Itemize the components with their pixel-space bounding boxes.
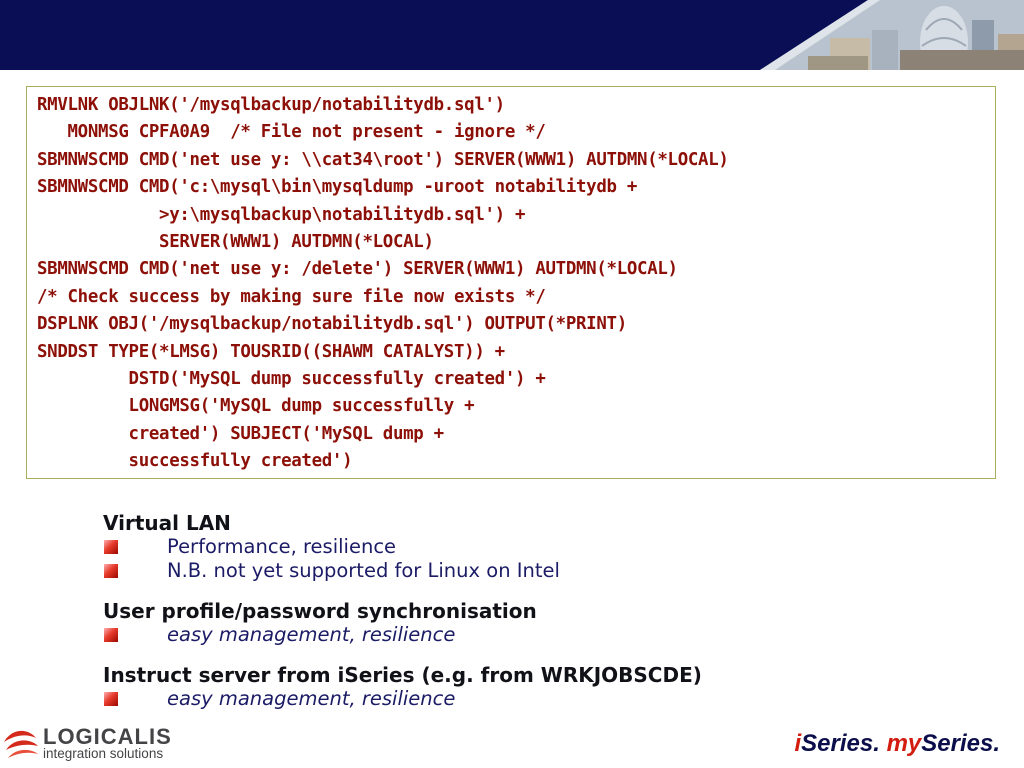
- list-item-text: easy management, resilience: [167, 623, 456, 646]
- brand-prefix-my: my: [886, 730, 922, 757]
- code-line: created') SUBJECT('MySQL dump +: [37, 423, 445, 444]
- list-item: Performance, resilience: [103, 535, 903, 559]
- section-virtual-lan: Virtual LAN Performance, resilience N.B.…: [103, 511, 903, 583]
- code-line: SBMNWSCMD CMD('net use y: \\cat34\root')…: [37, 149, 729, 170]
- code-listing: RMVLNK OBJLNK('/mysqlbackup/notabilitydb…: [26, 86, 996, 479]
- section-instruct-server: Instruct server from iSeries (e.g. from …: [103, 663, 903, 711]
- section-user-profile-sync: User profile/password synchronisation ea…: [103, 599, 903, 647]
- section-heading: User profile/password synchronisation: [103, 599, 537, 623]
- iseries-myseries-brand: iSeries. mySeries.: [795, 730, 1001, 758]
- section-heading: Virtual LAN: [103, 511, 231, 535]
- logo-wordmark: LOGICALIS: [43, 724, 172, 749]
- list-item-text: easy management, resilience: [167, 687, 456, 710]
- code-line: SBMNWSCMD CMD('c:\mysql\bin\mysqldump -u…: [37, 177, 638, 198]
- code-line: DSPLNK OBJ('/mysqlbackup/notabilitydb.sq…: [37, 314, 627, 335]
- code-line: DSTD('MySQL dump successfully created') …: [37, 369, 546, 390]
- red-square-bullet-icon: [104, 628, 118, 642]
- logo-tagline: integration solutions: [43, 746, 164, 761]
- code-line: successfully created'): [37, 451, 353, 472]
- code-line: /* Check success by making sure file now…: [37, 286, 546, 307]
- red-square-bullet-icon: [104, 540, 118, 554]
- code-line: RMVLNK OBJLNK('/mysqlbackup/notabilitydb…: [37, 95, 505, 115]
- code-line: >y:\mysqlbackup\notabilitydb.sql') +: [37, 204, 526, 225]
- feature-list: Virtual LAN Performance, resilience N.B.…: [103, 511, 903, 727]
- red-square-bullet-icon: [104, 692, 118, 706]
- list-item-text: N.B. not yet supported for Linux on Inte…: [167, 559, 560, 582]
- code-line: LONGMSG('MySQL dump successfully +: [37, 396, 475, 417]
- city-skyline-photo: [760, 0, 1024, 70]
- code-line: MONMSG CPFA0A9 /* File not present - ign…: [37, 122, 546, 143]
- list-item: easy management, resilience: [103, 687, 903, 711]
- top-banner: [0, 0, 1024, 70]
- list-item-text: Performance, resilience: [167, 535, 397, 558]
- section-heading: Instruct server from iSeries (e.g. from …: [103, 663, 702, 687]
- brand-series-1: Series.: [801, 730, 880, 757]
- code-line: SBMNWSCMD CMD('net use y: /delete') SERV…: [37, 259, 678, 280]
- code-line: SNDDST TYPE(*LMSG) TOUSRID((SHAWM CATALY…: [37, 341, 505, 362]
- list-item: easy management, resilience: [103, 623, 903, 647]
- list-item: N.B. not yet supported for Linux on Inte…: [103, 559, 903, 583]
- brand-series-2: Series.: [921, 730, 1000, 757]
- code-line: SERVER(WWW1) AUTDMN(*LOCAL): [37, 232, 434, 253]
- red-square-bullet-icon: [104, 564, 118, 578]
